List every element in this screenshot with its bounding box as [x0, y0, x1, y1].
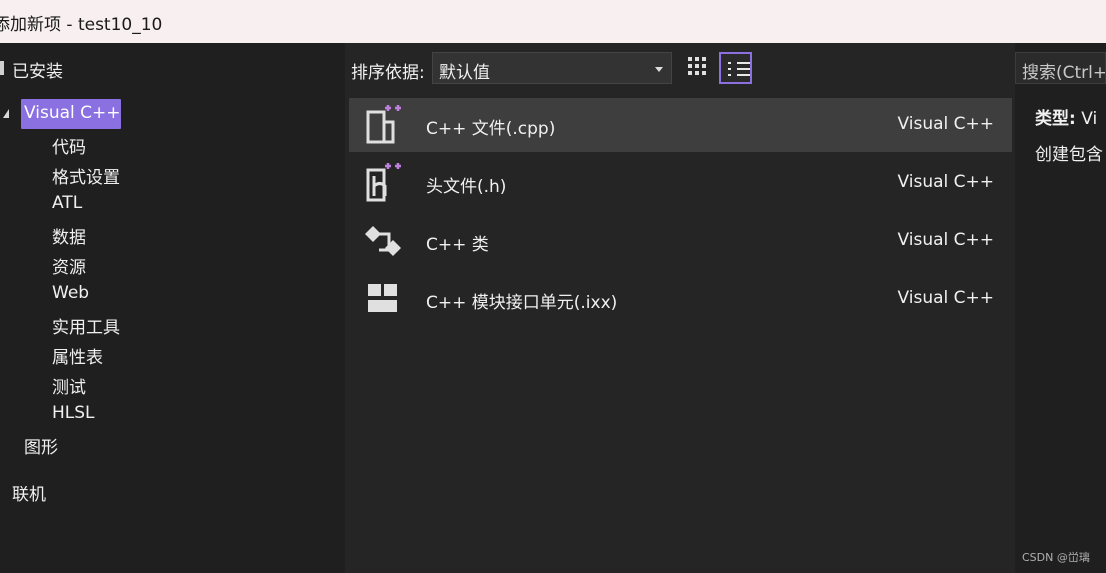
template-type: Visual C++	[897, 172, 994, 192]
window-title: 添加新项 - test10_10	[0, 15, 163, 35]
template-name: C++ 文件(.cpp)	[426, 119, 556, 139]
template-type: Visual C++	[897, 114, 994, 134]
tree-item-online[interactable]: 联机	[12, 480, 46, 505]
tree-item-formatting[interactable]: 格式设置	[52, 163, 120, 188]
template-item-header[interactable]: 头文件(.h) Visual C++	[349, 156, 1012, 210]
details-type-label: 类型:	[1035, 109, 1076, 129]
template-name: 头文件(.h)	[426, 177, 507, 197]
tree-item-data[interactable]: 数据	[52, 223, 86, 248]
search-placeholder: 搜索(Ctrl+	[1022, 63, 1106, 83]
tree-item-graphics[interactable]: 图形	[24, 433, 58, 458]
details-type-value: Vi	[1081, 109, 1098, 129]
collapse-marker-icon[interactable]	[0, 61, 4, 75]
grid-view-button[interactable]	[686, 55, 710, 79]
sort-value: 默认值	[439, 63, 490, 83]
details-type: 类型: Vi	[1035, 104, 1097, 129]
list-view-button[interactable]	[719, 52, 752, 84]
tree-item-test[interactable]: 测试	[52, 373, 86, 398]
category-tree: 已安装 Visual C++ 代码 格式设置 ATL 数据 资源 Web 实用工…	[0, 43, 345, 573]
details-description: 创建包含	[1035, 145, 1103, 165]
template-name: C++ 模块接口单元(.ixx)	[426, 293, 618, 313]
tree-item-property-sheets[interactable]: 属性表	[52, 343, 103, 368]
tree-item-label: Visual C++	[24, 103, 121, 123]
module-icon	[368, 284, 397, 312]
watermark: CSDN @峃璃	[1022, 551, 1090, 564]
template-type: Visual C++	[897, 230, 994, 250]
tree-item-web[interactable]: Web	[52, 283, 89, 303]
class-icon	[365, 226, 401, 256]
tree-item-hlsl[interactable]: HLSL	[52, 403, 95, 423]
chevron-down-icon	[655, 67, 663, 72]
search-input[interactable]: 搜索(Ctrl+	[1015, 52, 1106, 84]
tree-item-utility[interactable]: 实用工具	[52, 313, 120, 338]
title-bar: 添加新项 - test10_10	[0, 0, 1106, 43]
template-item-class[interactable]: C++ 类 Visual C++	[349, 214, 1012, 268]
expand-triangle-icon[interactable]	[3, 109, 9, 118]
sort-dropdown[interactable]: 默认值	[432, 52, 672, 84]
header-file-icon	[366, 163, 401, 202]
tree-item-code[interactable]: 代码	[52, 133, 86, 158]
tree-item-installed[interactable]: 已安装	[12, 57, 63, 82]
template-type: Visual C++	[897, 288, 994, 308]
tree-item-atl[interactable]: ATL	[52, 193, 82, 213]
tree-item-visual-cpp[interactable]: Visual C++	[21, 99, 121, 129]
template-name: C++ 类	[426, 235, 489, 255]
template-item-module[interactable]: C++ 模块接口单元(.ixx) Visual C++	[349, 272, 1012, 326]
sort-label: 排序依据:	[351, 63, 425, 83]
tree-item-resources[interactable]: 资源	[52, 253, 86, 278]
template-item-cpp[interactable]: C++ 文件(.cpp) Visual C++	[349, 98, 1012, 152]
cpp-file-icon	[366, 105, 401, 144]
